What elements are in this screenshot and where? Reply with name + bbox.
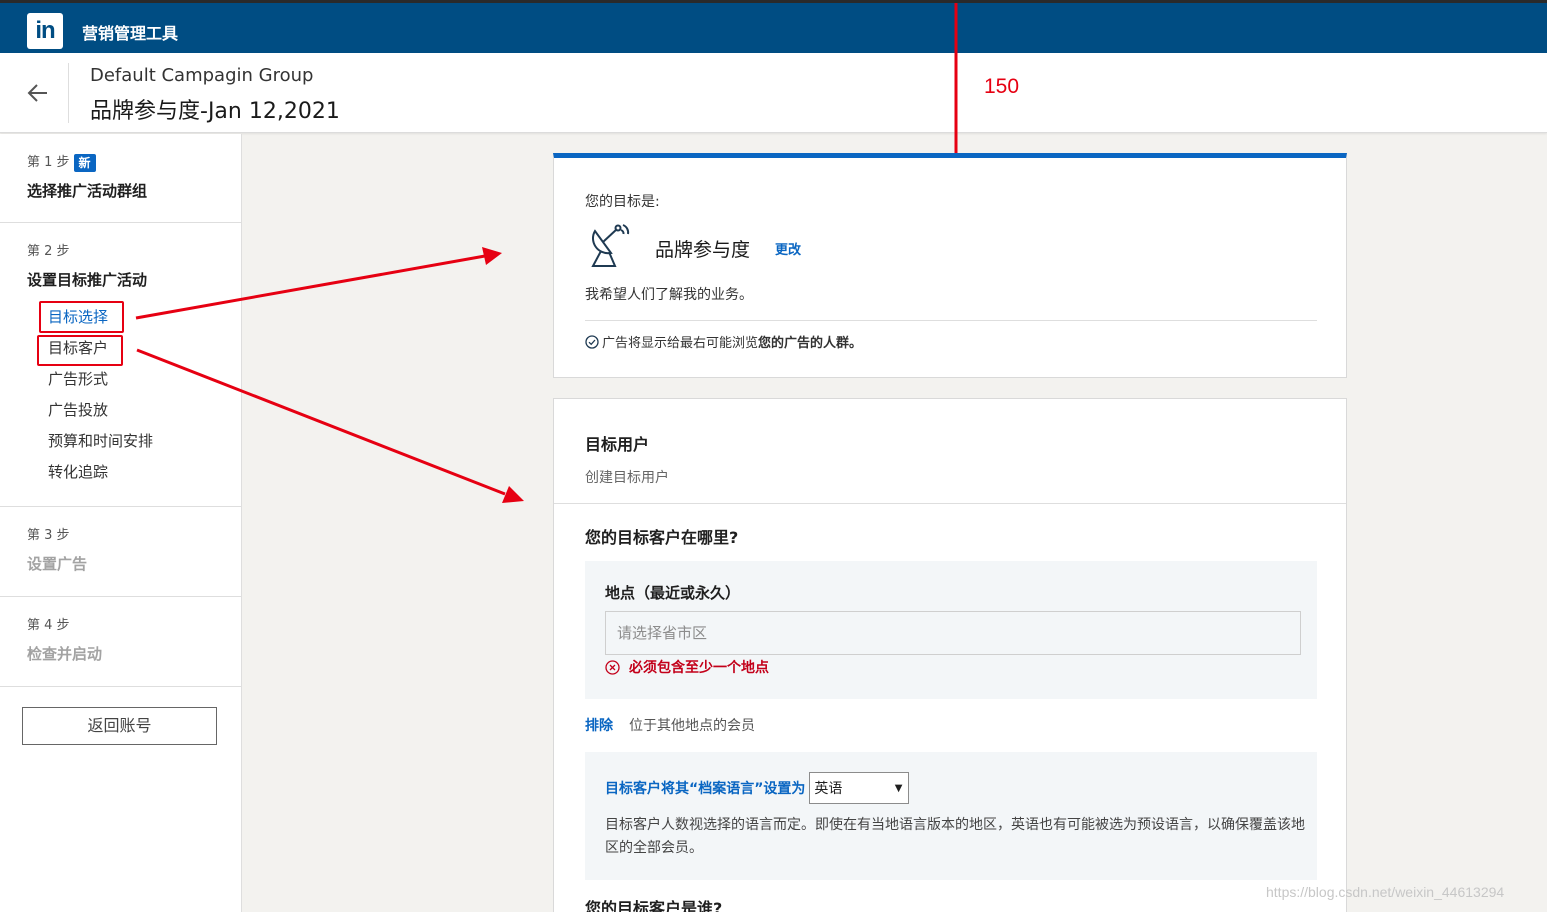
step-title: 设置广告 xyxy=(27,555,88,573)
step-title: 检查并启动 xyxy=(27,645,103,663)
who-question: 您的目标客户是谁? xyxy=(585,899,723,912)
sidebar-item-placement[interactable]: 广告投放 xyxy=(48,395,241,426)
language-prompt: 目标客户将其“档案语言”设置为 xyxy=(605,781,806,797)
objective-card: 您的目标是: 品牌参与度 更改 我希望人们了解我的业务。 广告将显示给最右可能浏… xyxy=(553,153,1347,378)
step-1[interactable]: 第 1 步新 选择推广活动群组 xyxy=(0,134,241,223)
return-to-account-button[interactable]: 返回账号 xyxy=(22,707,217,745)
audience-subtitle: 创建目标用户 xyxy=(585,470,669,486)
annotation-box-audience xyxy=(37,335,123,366)
top-bar: in 营销管理工具 xyxy=(0,0,1547,53)
caret-down-icon: ▼ xyxy=(894,782,903,794)
objective-note-text: 广告将显示给最右可能浏览 xyxy=(602,336,759,351)
step-label: 第 2 步 xyxy=(27,244,70,259)
check-circle-icon xyxy=(585,334,599,349)
exclude-text: 位于其他地点的会员 xyxy=(629,718,755,734)
campaign-header: Default Campagin Group 品牌参与度-Jan 12,2021 xyxy=(0,53,1547,133)
back-arrow-icon[interactable] xyxy=(25,80,51,106)
objective-label: 您的目标是: xyxy=(585,194,660,210)
annotation-arrow-1-head xyxy=(482,247,502,265)
sidebar-item-budget-schedule[interactable]: 预算和时间安排 xyxy=(48,426,241,457)
language-description: 目标客户人数视选择的语言而定。即使在有当地语言版本的地区，英语也有可能被选为预设… xyxy=(605,817,1305,856)
objective-name: 品牌参与度 xyxy=(655,239,751,261)
location-input[interactable] xyxy=(605,611,1301,655)
exclude-link[interactable]: 排除 xyxy=(585,715,613,735)
step-sidebar: 第 1 步新 选择推广活动群组 第 2 步 设置目标推广活动 目标选择 目标客户… xyxy=(0,134,242,912)
step-title: 设置目标推广活动 xyxy=(27,271,148,289)
header-divider xyxy=(68,63,69,123)
step-title: 选择推广活动群组 xyxy=(27,182,148,200)
step-label: 第 1 步新 xyxy=(27,154,241,172)
language-row: 目标客户将其“档案语言”设置为 英语 ▼ xyxy=(605,772,910,804)
location-panel: 地点（最近或永久） 必须包含至少一个地点 xyxy=(585,561,1317,699)
location-error-text: 必须包含至少一个地点 xyxy=(629,660,769,676)
step-3[interactable]: 第 3 步 设置广告 xyxy=(0,507,241,597)
audience-divider xyxy=(554,503,1346,504)
audience-card: 目标用户 创建目标用户 您的目标客户在哪里? 地点（最近或永久） 必须包含至少一… xyxy=(553,398,1347,912)
location-error: 必须包含至少一个地点 xyxy=(605,657,769,677)
language-select[interactable]: 英语 ▼ xyxy=(809,772,910,804)
satellite-dish-icon xyxy=(591,224,630,267)
language-selected-value: 英语 xyxy=(814,781,843,797)
change-objective-link[interactable]: 更改 xyxy=(775,239,801,258)
language-panel: 目标客户将其“档案语言”设置为 英语 ▼ 目标客户人数视选择的语言而定。即使在有… xyxy=(585,752,1317,880)
step-label: 第 3 步 xyxy=(27,528,70,543)
objective-note-bold: 您的广告的人群。 xyxy=(758,336,863,351)
campaign-name: 品牌参与度-Jan 12,2021 xyxy=(90,99,340,124)
linkedin-logo[interactable]: in xyxy=(27,13,63,49)
objective-description: 我希望人们了解我的业务。 xyxy=(585,287,753,303)
step-label: 第 4 步 xyxy=(27,618,70,633)
new-badge: 新 xyxy=(73,154,96,172)
audience-title: 目标用户 xyxy=(585,435,650,454)
where-question: 您的目标客户在哪里? xyxy=(585,528,739,547)
step-4[interactable]: 第 4 步 检查并启动 xyxy=(0,597,241,687)
annotation-arrow-2-head xyxy=(502,486,524,503)
exclude-row: 排除 位于其他地点的会员 xyxy=(585,715,755,735)
campaign-group-name: Default Campagin Group xyxy=(90,65,314,86)
sidebar-item-ad-format[interactable]: 广告形式 xyxy=(48,364,241,395)
sidebar-item-conversion-tracking[interactable]: 转化追踪 xyxy=(48,457,241,488)
annotation-measure-label: 150 xyxy=(984,75,1020,98)
annotation-box-objective xyxy=(39,301,124,333)
error-circle-icon xyxy=(605,659,620,675)
objective-note: 广告将显示给最右可能浏览 您的广告的人群。 xyxy=(585,332,862,351)
objective-divider xyxy=(585,320,1317,321)
app-title: 营销管理工具 xyxy=(82,24,179,43)
location-label: 地点（最近或永久） xyxy=(605,584,741,602)
watermark: https://blog.csdn.net/weixin_44613294 xyxy=(1266,884,1505,900)
